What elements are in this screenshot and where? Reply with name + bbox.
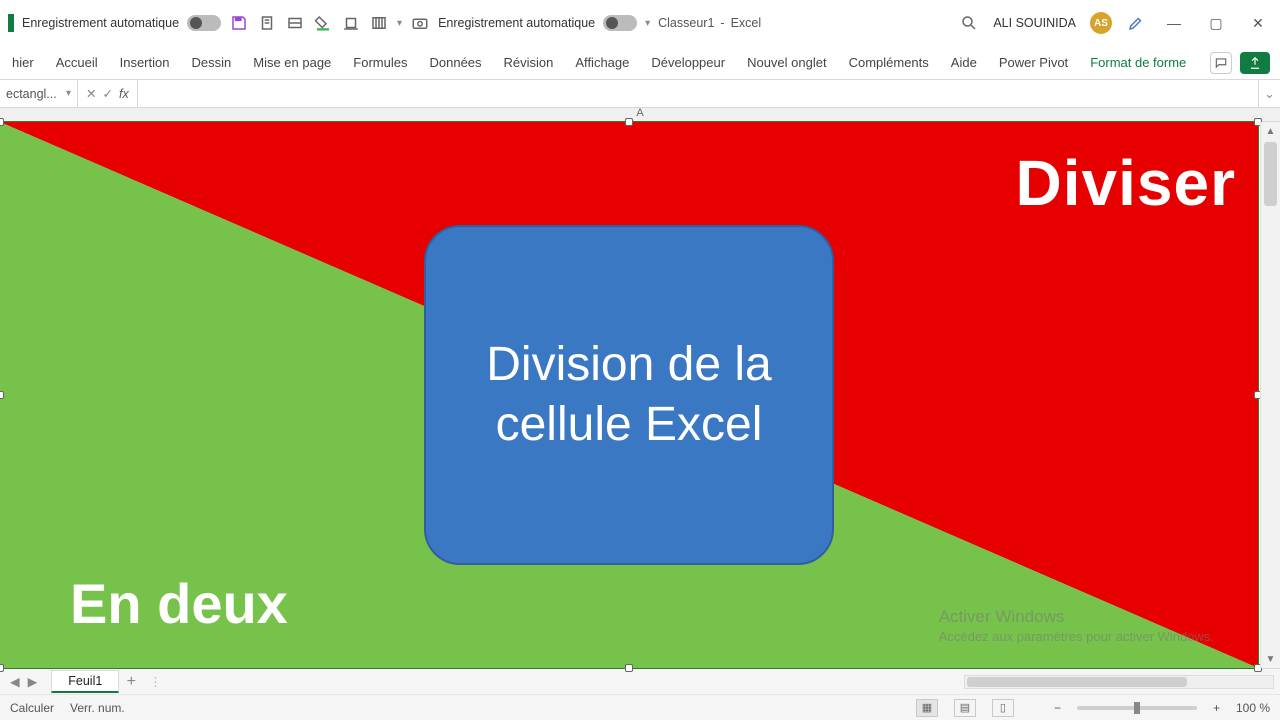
tab-fichier[interactable]: hier bbox=[2, 49, 44, 76]
tab-developpeur[interactable]: Développeur bbox=[641, 49, 735, 76]
rounded-rectangle-text: Division de la cellule Excel bbox=[452, 335, 806, 455]
handle-tc[interactable] bbox=[625, 118, 633, 126]
sheet-tabs-divider: ⋮ bbox=[149, 674, 162, 689]
rounded-rectangle-shape[interactable]: Division de la cellule Excel bbox=[424, 225, 834, 565]
avatar[interactable]: AS bbox=[1090, 12, 1112, 34]
vertical-scrollbar[interactable]: ▲ ▼ bbox=[1260, 122, 1280, 668]
qat-icon-2[interactable] bbox=[285, 13, 305, 33]
sheet-nav-prev-icon[interactable]: ◀ bbox=[10, 674, 20, 689]
ribbon-tabs: hier Accueil Insertion Dessin Mise en pa… bbox=[0, 46, 1280, 80]
save-icon[interactable] bbox=[229, 13, 249, 33]
autosave-toggle[interactable] bbox=[187, 15, 221, 31]
qat-icon-4[interactable] bbox=[369, 13, 389, 33]
column-headers[interactable]: A bbox=[0, 108, 1280, 122]
watermark-line1: Activer Windows bbox=[939, 606, 1214, 629]
title-bar: Enregistrement automatique ▾ Enregistrem… bbox=[0, 0, 1280, 46]
sheet-nav-next-icon[interactable]: ▶ bbox=[28, 674, 38, 689]
app-stripe bbox=[8, 14, 14, 32]
name-box[interactable]: ectangl... ▾ bbox=[0, 80, 78, 107]
name-box-value: ectangl... bbox=[6, 87, 57, 101]
tab-nouvel[interactable]: Nouvel onglet bbox=[737, 49, 837, 76]
view-pagelayout-button[interactable]: ▤ bbox=[954, 699, 976, 717]
document-title: Classeur1 bbox=[658, 16, 714, 30]
sheet-tab-bar: ◀ ▶ Feuil1 + ⋮ bbox=[0, 668, 1280, 694]
autosave2-toggle[interactable] bbox=[603, 15, 637, 31]
qat-overflow-icon[interactable]: ▾ bbox=[645, 18, 650, 29]
tab-aide[interactable]: Aide bbox=[941, 49, 987, 76]
column-header-a[interactable]: A bbox=[636, 107, 643, 119]
formula-bar: ectangl... ▾ ✕ ✓ fx ⌄ bbox=[0, 80, 1280, 108]
fill-color-icon[interactable] bbox=[313, 13, 333, 33]
search-icon[interactable] bbox=[959, 13, 979, 33]
handle-bl[interactable] bbox=[0, 664, 4, 672]
qat-more-icon[interactable]: ▾ bbox=[397, 18, 402, 29]
close-button[interactable]: ✕ bbox=[1244, 15, 1272, 32]
tab-formules[interactable]: Formules bbox=[343, 49, 417, 76]
minimize-button[interactable]: — bbox=[1160, 15, 1188, 31]
watermark-line2: Accédez aux paramètres pour activer Wind… bbox=[939, 628, 1214, 646]
window-title: Classeur1 - Excel bbox=[658, 16, 761, 30]
comments-button[interactable] bbox=[1210, 52, 1232, 74]
horizontal-scrollbar[interactable] bbox=[964, 675, 1274, 689]
tab-format-forme[interactable]: Format de forme bbox=[1080, 49, 1196, 76]
vscroll-thumb[interactable] bbox=[1264, 142, 1277, 206]
formula-input[interactable] bbox=[138, 80, 1258, 107]
status-bar: Calculer Verr. num. ▦ ▤ ▯ − + 100 % bbox=[0, 694, 1280, 720]
tab-accueil[interactable]: Accueil bbox=[46, 49, 108, 76]
selected-shape-group[interactable]: Diviser En deux Division de la cellule E… bbox=[0, 122, 1258, 668]
app-name: Excel bbox=[731, 16, 762, 30]
autosave-label: Enregistrement automatique bbox=[22, 16, 179, 30]
handle-ml[interactable] bbox=[0, 391, 4, 399]
worksheet-area[interactable]: Diviser En deux Division de la cellule E… bbox=[0, 122, 1280, 668]
enter-formula-icon[interactable]: ✓ bbox=[102, 86, 112, 101]
zoom-value[interactable]: 100 % bbox=[1236, 701, 1270, 715]
zoom-in-button[interactable]: + bbox=[1213, 701, 1220, 715]
handle-bc[interactable] bbox=[625, 664, 633, 672]
tab-miseenpage[interactable]: Mise en page bbox=[243, 49, 341, 76]
zoom-out-button[interactable]: − bbox=[1054, 701, 1061, 715]
zoom-slider[interactable] bbox=[1077, 706, 1197, 710]
hscroll-thumb[interactable] bbox=[967, 677, 1187, 687]
qat-icon-3[interactable] bbox=[341, 13, 361, 33]
status-calc: Calculer bbox=[10, 701, 54, 715]
tab-insertion[interactable]: Insertion bbox=[110, 49, 180, 76]
user-name[interactable]: ALI SOUINIDA bbox=[993, 16, 1076, 30]
tab-dessin[interactable]: Dessin bbox=[181, 49, 241, 76]
view-pagebreak-button[interactable]: ▯ bbox=[992, 699, 1014, 717]
scroll-up-icon[interactable]: ▲ bbox=[1261, 122, 1280, 140]
restore-button[interactable]: ▢ bbox=[1202, 15, 1230, 32]
fx-icon[interactable]: fx bbox=[119, 87, 129, 101]
title-separator: - bbox=[720, 16, 724, 30]
pen-icon[interactable] bbox=[1126, 13, 1146, 33]
qat-icon-1[interactable] bbox=[257, 13, 277, 33]
shape-text-top[interactable]: Diviser bbox=[1016, 146, 1236, 220]
view-normal-button[interactable]: ▦ bbox=[916, 699, 938, 717]
name-box-dropdown-icon[interactable]: ▾ bbox=[66, 88, 71, 99]
windows-activation-watermark: Activer Windows Accédez aux paramètres p… bbox=[939, 606, 1214, 646]
camera-icon[interactable] bbox=[410, 13, 430, 33]
tab-complements[interactable]: Compléments bbox=[839, 49, 939, 76]
sheet-tab-active[interactable]: Feuil1 bbox=[51, 670, 119, 693]
tab-donnees[interactable]: Données bbox=[419, 49, 491, 76]
shape-text-bottom[interactable]: En deux bbox=[70, 571, 288, 636]
scroll-down-icon[interactable]: ▼ bbox=[1261, 650, 1280, 668]
status-numlock: Verr. num. bbox=[70, 701, 125, 715]
add-sheet-button[interactable]: + bbox=[119, 673, 143, 691]
tab-affichage[interactable]: Affichage bbox=[565, 49, 639, 76]
share-button[interactable] bbox=[1240, 52, 1270, 74]
autosave2-label: Enregistrement automatique bbox=[438, 16, 595, 30]
expand-formula-bar-icon[interactable]: ⌄ bbox=[1258, 80, 1280, 107]
tab-revision[interactable]: Révision bbox=[494, 49, 564, 76]
tab-powerpivot[interactable]: Power Pivot bbox=[989, 49, 1078, 76]
handle-tl[interactable] bbox=[0, 118, 4, 126]
cancel-formula-icon[interactable]: ✕ bbox=[86, 86, 96, 101]
